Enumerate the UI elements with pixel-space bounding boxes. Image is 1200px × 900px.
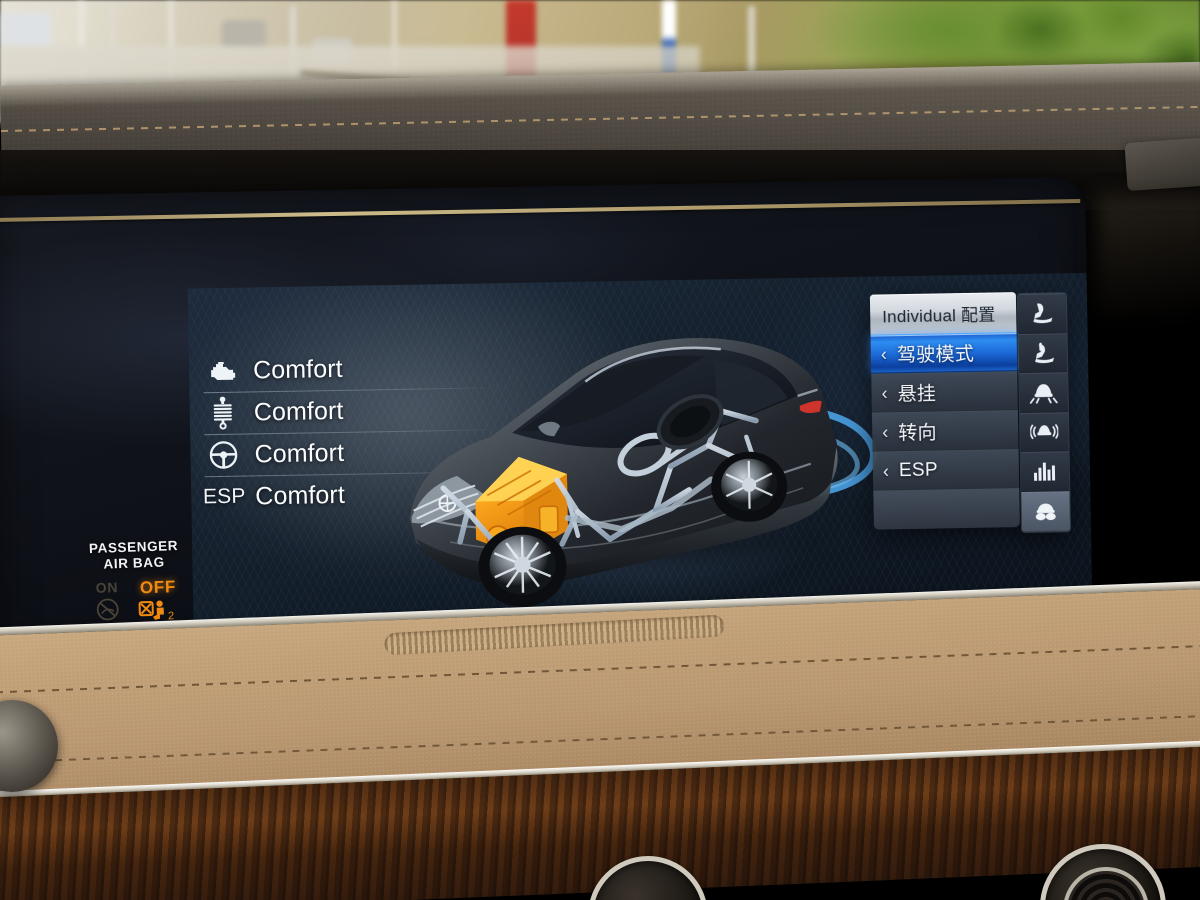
menu-item-list[interactable]: Individual 配置 ‹ 驾驶模式 ‹ 悬挂 ‹ 转向 ‹ ESP [869, 292, 1020, 530]
suspension-mode-value: Comfort [253, 396, 344, 426]
gold-trim-line [0, 198, 1081, 222]
function-icon-rail[interactable] [1017, 293, 1071, 532]
steering-wheel-icon [200, 440, 247, 471]
seat-massage-icon[interactable] [1017, 293, 1067, 334]
dash-speaker-grille [384, 614, 725, 656]
menu-item-label: 悬挂 [897, 383, 937, 406]
engine-icon [199, 359, 245, 384]
menu-item-label: ESP [898, 459, 939, 481]
dash-stitching [0, 105, 1200, 132]
steering-mode-value: Comfort [254, 438, 345, 468]
airbag-on-pictogram [96, 598, 119, 621]
esp-label: ESP [202, 484, 246, 509]
menu-header-tab[interactable]: Individual 配置 [869, 292, 1017, 335]
seat-heating-icon[interactable] [1018, 332, 1068, 374]
menu-item-label: 转向 [898, 422, 938, 445]
engine-mode-value: Comfort [252, 354, 343, 384]
airbag-off-indicator: OFF 2 [137, 577, 181, 624]
suspension-icon [200, 396, 247, 431]
airbag-title: PASSENGER AIR BAG [43, 536, 224, 575]
lane-assist-icon[interactable] [1019, 372, 1068, 413]
audio-equalizer-icon[interactable] [1020, 451, 1070, 493]
suspension-damper-icon[interactable] [1021, 491, 1071, 532]
menu-item-label: 驾驶模式 [896, 343, 975, 367]
menu-item-suspension[interactable]: ‹ 悬挂 [871, 371, 1018, 413]
side-air-vent[interactable] [1124, 136, 1200, 192]
menu-item-esp[interactable]: ‹ ESP [872, 449, 1020, 491]
passenger-airbag-telltale: PASSENGER AIR BAG ON OFF 2 [43, 536, 226, 627]
menu-header-label: Individual 配置 [882, 304, 996, 326]
chevron-left-icon: ‹ [882, 460, 890, 481]
chevron-left-icon: ‹ [882, 421, 889, 442]
esp-mode-value: Comfort [255, 480, 346, 510]
airbag-on-label: ON [95, 579, 119, 596]
airbag-on-indicator: ON [91, 579, 124, 622]
leather-stitching [0, 643, 1200, 694]
vehicle-cutaway-illustration [368, 298, 894, 638]
parking-sensor-icon[interactable] [1019, 412, 1069, 453]
menu-item-drive-mode[interactable]: ‹ 驾驶模式 [870, 332, 1018, 374]
chevron-left-icon: ‹ [881, 382, 888, 403]
menu-empty-row [873, 488, 1020, 530]
chevron-left-icon: ‹ [880, 343, 888, 364]
s-class-sedan-cutaway [409, 338, 839, 607]
menu-item-steering[interactable]: ‹ 转向 [871, 410, 1019, 452]
airbag-off-label: OFF [139, 577, 177, 598]
air-vent-louvers[interactable] [1063, 867, 1149, 900]
distant-car-1 [0, 12, 52, 48]
right-shadow-falloff [1096, 196, 1200, 316]
